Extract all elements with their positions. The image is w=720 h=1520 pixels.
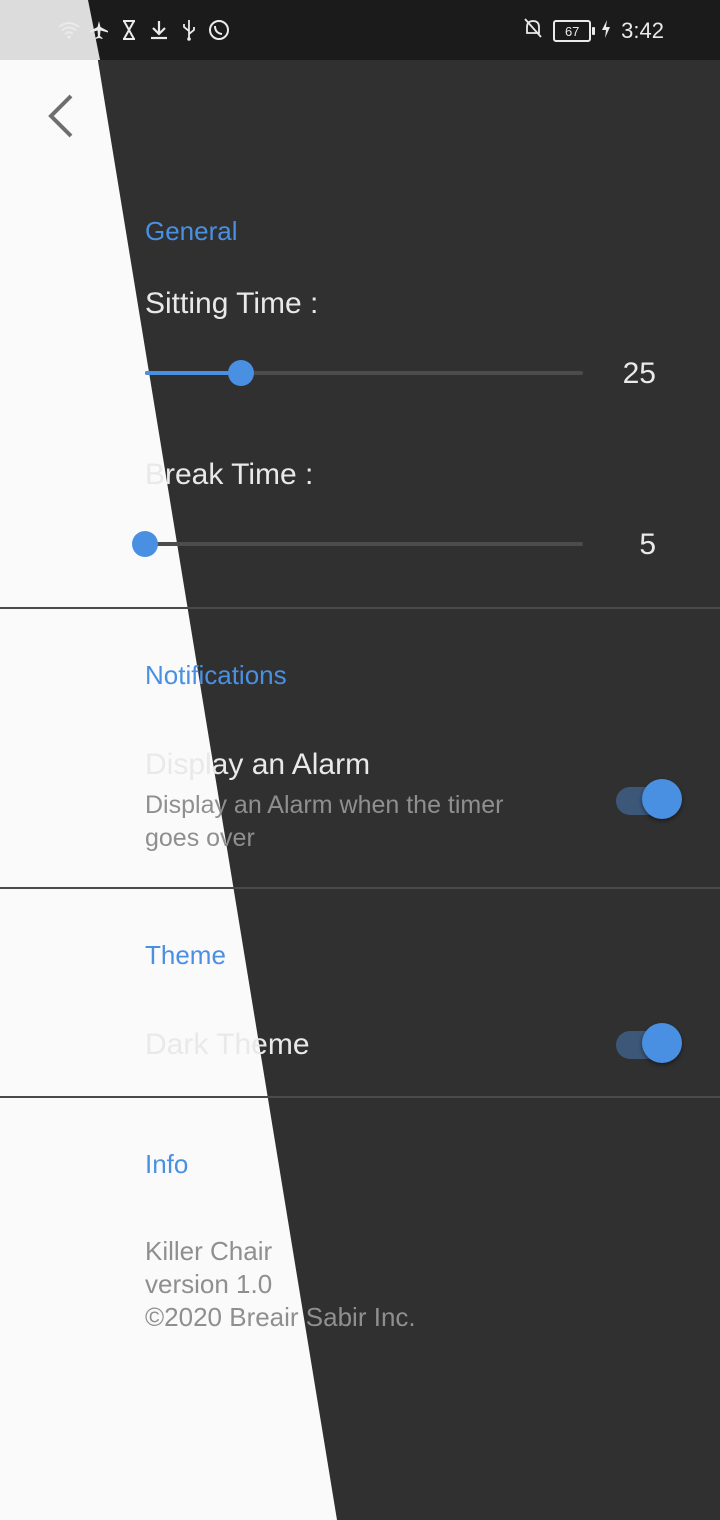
- sitting-time-value: 25: [622, 357, 656, 390]
- display-alarm-switch-thumb: [642, 779, 682, 819]
- display-alarm-description-line2: goes over: [145, 824, 255, 852]
- sitting-time-slider-fill: [145, 371, 242, 375]
- divider: [0, 887, 720, 889]
- display-alarm-description: Display an Alarm when the timer goes ove…: [145, 789, 503, 855]
- display-alarm-label: Display an Alarm: [145, 748, 371, 781]
- break-time-value: 5: [639, 528, 656, 561]
- app-name: Killer Chair: [145, 1236, 273, 1266]
- break-time-slider[interactable]: [132, 531, 583, 557]
- display-alarm-switch[interactable]: [616, 779, 686, 823]
- sitting-time-slider[interactable]: [145, 360, 583, 386]
- app-version: version 1.0: [145, 1269, 273, 1299]
- section-title-general: General: [145, 216, 238, 246]
- divider: [0, 607, 720, 609]
- dark-theme-switch-thumb: [642, 1023, 682, 1063]
- dark-theme-switch[interactable]: [616, 1023, 686, 1067]
- copyright: ©2020 Breair Sabir Inc.: [145, 1302, 416, 1332]
- break-time-label: Break Time :: [145, 458, 314, 491]
- sitting-time-slider-thumb[interactable]: [228, 360, 255, 386]
- section-title-theme: Theme: [145, 940, 226, 970]
- divider: [0, 1096, 720, 1098]
- section-title-notifications: Notifications: [145, 660, 287, 690]
- back-button[interactable]: [36, 86, 84, 146]
- section-title-info: Info: [145, 1149, 189, 1179]
- break-time-slider-thumb[interactable]: [132, 531, 158, 557]
- dark-theme-label: Dark Theme: [145, 1028, 310, 1061]
- info-block: Killer Chair version 1.0 ©2020 Breair Sa…: [145, 1235, 416, 1334]
- chevron-left-icon: [48, 94, 73, 138]
- display-alarm-description-line1: Display an Alarm when the timer: [145, 791, 504, 819]
- sitting-time-label: Sitting Time :: [145, 287, 319, 320]
